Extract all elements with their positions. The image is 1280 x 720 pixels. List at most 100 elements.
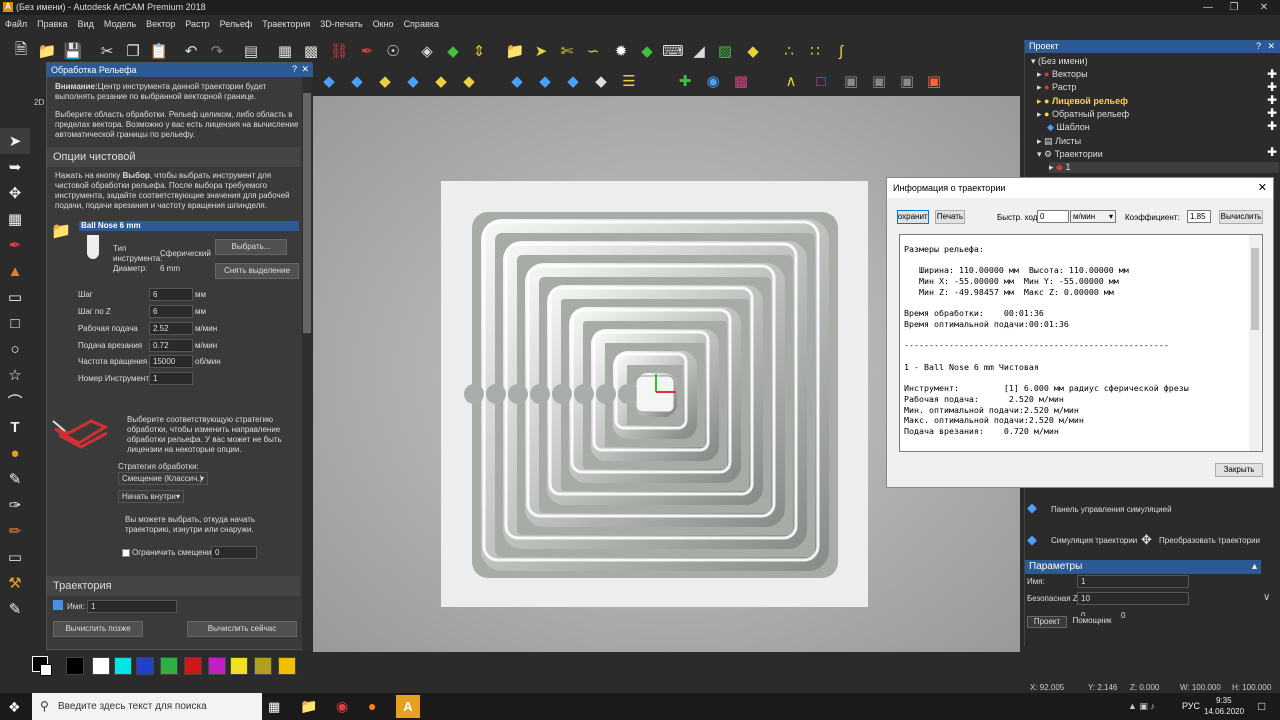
blue-relief-icon-3[interactable]: ◆ (402, 70, 424, 92)
toolpath-section-header[interactable]: Траектория (47, 576, 300, 596)
add-relief-icon[interactable]: ▨ (714, 40, 736, 62)
blue-relief-icon-1[interactable]: ◆ (318, 70, 340, 92)
relief-shape-icon[interactable]: ◆ (636, 40, 658, 62)
snap-icon[interactable]: ☉ (382, 40, 404, 62)
firefox-icon[interactable]: ● (368, 698, 376, 714)
dashed-box-icon[interactable]: □ (810, 70, 832, 92)
smudge-icon[interactable]: ✎ (0, 466, 30, 492)
swatch-red[interactable] (184, 657, 202, 675)
swatch-yellow[interactable] (230, 657, 248, 675)
close-icon[interactable]: ✕ (1267, 41, 1275, 52)
swatch-gold[interactable] (278, 657, 296, 675)
redo-icon[interactable]: ↷ (206, 40, 228, 62)
calc-later-button[interactable]: Вычислить позже (53, 621, 143, 637)
plus-icon[interactable]: ✚ (674, 70, 696, 92)
frame-icon[interactable]: ◢ (688, 40, 710, 62)
windows-start-icon[interactable]: ❖ (8, 699, 24, 715)
document-icon[interactable]: ▤ (240, 40, 262, 62)
pen-icon[interactable]: ✒ (356, 40, 378, 62)
artcam-taskbar-icon[interactable]: A (396, 695, 420, 718)
eraser-icon[interactable]: ▭ (0, 284, 30, 310)
maximize-icon[interactable]: ❐ (1220, 0, 1248, 15)
scissors-icon[interactable]: ✄ (556, 40, 578, 62)
swatch-olive[interactable] (254, 657, 272, 675)
picker-icon[interactable]: ✎ (0, 596, 30, 622)
node-edit-icon[interactable]: ➥ (0, 154, 30, 180)
explorer-icon[interactable]: 📁 (300, 698, 317, 715)
blue-relief-icon-2[interactable]: ◆ (346, 70, 368, 92)
chrome-icon[interactable]: ◉ (336, 698, 348, 715)
rectangle-icon[interactable]: □ (0, 310, 30, 336)
tab-project[interactable]: Проект (1027, 616, 1067, 628)
blue-relief-icon-5[interactable]: ◆ (534, 70, 556, 92)
erase-tool-icon[interactable]: ▭ (0, 544, 30, 570)
open-folder-icon[interactable]: 📁 (36, 40, 58, 62)
menu-view[interactable]: Вид (73, 16, 99, 32)
tree-template[interactable]: ◆ Шаблон (1047, 122, 1090, 133)
close-icon[interactable]: ✕ (1250, 0, 1278, 15)
tree-sheets[interactable]: ▸ ▤ Листы (1037, 136, 1081, 147)
limit-checkbox[interactable] (122, 549, 130, 557)
swatch-cyan[interactable] (114, 657, 132, 675)
toolpath-name-field[interactable]: 1 (87, 600, 177, 613)
minimize-icon[interactable]: — (1194, 0, 1222, 15)
deselect-button[interactable]: Снять выделение (215, 263, 299, 279)
yellow-relief-icon-3[interactable]: ◆ (458, 70, 480, 92)
menu-bitmap[interactable]: Растр (180, 16, 214, 32)
cut-icon[interactable]: ✂ (96, 40, 118, 62)
feed-rate-field[interactable]: 2.52 (149, 322, 193, 335)
print-button[interactable]: Печать (935, 210, 965, 224)
stack-icon[interactable]: ☰ (618, 70, 640, 92)
hammer-icon[interactable]: ⚒ (0, 570, 30, 596)
sim-panel-link[interactable]: Панель управления симуляцией (1051, 505, 1172, 515)
limit-field[interactable]: 0 (211, 546, 257, 559)
save-button[interactable]: Сохранить (897, 210, 929, 224)
menu-window[interactable]: Окно (368, 16, 399, 32)
menu-file[interactable]: Файл (0, 16, 32, 32)
yellow-relief-icon-1[interactable]: ◆ (374, 70, 396, 92)
sculpt-icon[interactable]: ✑ (0, 492, 30, 518)
vector-icon[interactable]: ◈ (416, 40, 438, 62)
swatch-magenta[interactable] (208, 657, 226, 675)
help-icon[interactable]: ? (292, 64, 297, 74)
save-icon[interactable]: 💾 (62, 40, 84, 62)
magnet-icon[interactable]: ⛓ (328, 40, 350, 62)
rapid-unit-select[interactable]: м/мин ▾ (1070, 210, 1116, 223)
swatch-black[interactable] (66, 657, 84, 675)
yellow-relief-icon[interactable]: ◆ (742, 40, 764, 62)
swatch-blue[interactable] (136, 657, 154, 675)
tree-toolpaths[interactable]: ▾ ⚙ Траектории (1037, 149, 1103, 160)
stepdown-field[interactable]: 6 (149, 305, 193, 318)
dialog-close-icon[interactable]: ✕ (1258, 181, 1267, 194)
tab-helper[interactable]: Помощник (1068, 616, 1116, 628)
tree-vectors[interactable]: ▸ ● Векторы (1037, 69, 1088, 80)
blue-relief-icon-6[interactable]: ◆ (562, 70, 584, 92)
help-icon[interactable]: ? (1256, 41, 1261, 51)
secondary-color-swatch[interactable] (40, 664, 52, 676)
text-icon[interactable]: T (0, 414, 30, 440)
transform-toolpath-link[interactable]: Преобразовать траектории (1159, 536, 1260, 546)
viewport-tab-2d[interactable]: 2D (34, 98, 46, 108)
fill-icon[interactable]: ▲ (0, 258, 30, 284)
relief-icon[interactable]: ◆ (442, 40, 464, 62)
arrows-icon[interactable]: ⇕ (468, 40, 490, 62)
pencil-icon[interactable]: ✏ (0, 518, 30, 544)
swatch-white[interactable] (92, 657, 110, 675)
params-header[interactable]: Параметры ▴ (1025, 560, 1261, 574)
machine-icon[interactable]: ⌨ (662, 40, 684, 62)
layers-icon[interactable]: ▩ (300, 40, 322, 62)
select-grid-icon[interactable]: ▦ (274, 40, 296, 62)
tree-action-icons[interactable]: ✚ ✚ ✚ ✚ ✚ ✚ (1237, 68, 1277, 159)
strategy-select[interactable]: Смещение (Классич.) ▾ (118, 472, 208, 485)
panel-close-icon[interactable]: ✕ (301, 64, 309, 75)
language-indicator[interactable]: РУС (1182, 701, 1200, 711)
yellow-relief-icon-2[interactable]: ◆ (430, 70, 452, 92)
menu-model[interactable]: Модель (99, 16, 141, 32)
menu-vector[interactable]: Вектор (141, 16, 180, 32)
paste-icon[interactable]: 📋 (148, 40, 170, 62)
folder-icon[interactable]: 📁 (504, 40, 526, 62)
undo-icon[interactable]: ↶ (180, 40, 202, 62)
rapid-field[interactable]: 0 (1037, 210, 1069, 223)
taskbar-search[interactable]: ⚲ Введите здесь текст для поиска (32, 693, 262, 720)
copy-icon[interactable]: ❐ (122, 40, 144, 62)
